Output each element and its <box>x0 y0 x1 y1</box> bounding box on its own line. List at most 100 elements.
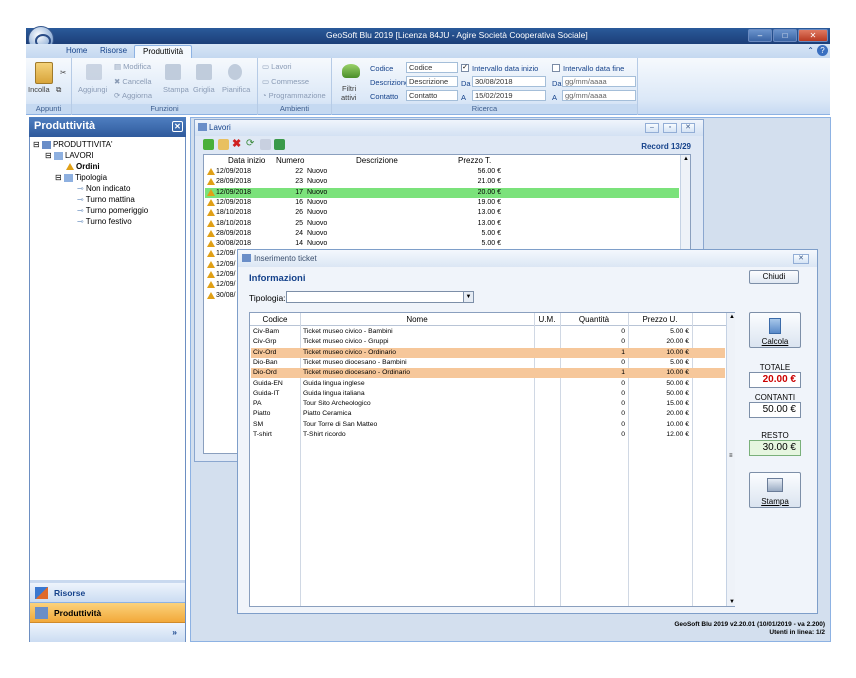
print-icon[interactable] <box>165 64 181 80</box>
intervallo-inizio-checkbox[interactable]: ✓ <box>461 64 469 72</box>
inizio-a-input[interactable]: 15/02/2019 <box>472 90 546 101</box>
calcola-button[interactable]: Calcola <box>749 312 801 348</box>
nav-risorse[interactable]: Risorse <box>30 583 185 603</box>
help-icon[interactable]: ? <box>817 45 828 56</box>
aggiorna-button[interactable]: ⟳ Aggiorna <box>114 91 152 100</box>
filter-icon[interactable] <box>342 64 360 78</box>
lavori-env-button[interactable]: ▭ Lavori <box>262 62 292 71</box>
cell-quantity[interactable]: 0 <box>563 358 625 368</box>
scroll-up-icon[interactable]: ▲ <box>683 156 689 162</box>
search-icon[interactable] <box>260 139 271 150</box>
collapse-ribbon-icon[interactable]: ⌃ <box>807 46 814 55</box>
table-row[interactable]: Guida-IT Guida lingua italiana 0 50.00 € <box>251 389 725 399</box>
table-row[interactable]: Dio-Ban Ticket museo diocesano - Bambini 0… <box>251 358 725 368</box>
commesse-button[interactable]: ▭ Commesse <box>262 77 309 86</box>
tree-item-produttivita[interactable]: ⊟ PRODUTTIVITA' <box>33 140 113 149</box>
cell-quantity[interactable]: 0 <box>563 389 625 399</box>
cell-quantity[interactable]: 0 <box>563 399 625 409</box>
col-prezzo-u[interactable]: Prezzo U. <box>628 315 692 324</box>
scroll-up-icon[interactable]: ▲ <box>729 314 735 320</box>
planner-icon[interactable] <box>228 64 242 80</box>
griglia-button[interactable]: Griglia <box>193 85 215 94</box>
table-row[interactable]: 18/10/2018 26 Nuovo 13.00 € <box>205 208 679 218</box>
table-row[interactable]: Civ-Bam Ticket museo civico - Bambini 0 5.0… <box>251 327 725 337</box>
col-prezzo[interactable]: Prezzo T. <box>458 156 491 165</box>
table-row[interactable]: 18/10/2018 25 Nuovo 13.00 € <box>205 219 679 229</box>
tree-item-tipologia[interactable]: ⊟ Tipologia <box>55 173 107 182</box>
scroll-grip-icon[interactable]: ≡ <box>729 453 733 459</box>
table-row[interactable]: Civ-Ord Ticket museo civico - Ordinario 1 1… <box>251 347 725 358</box>
cell-quantity[interactable]: 0 <box>563 409 625 419</box>
maximize-button[interactable]: □ <box>773 29 797 42</box>
close-button[interactable]: ✕ <box>798 29 828 42</box>
table-row[interactable]: 12/09/2018 17 Nuovo 20.00 € <box>205 187 679 198</box>
descrizione-input[interactable]: Descrizione <box>406 76 458 87</box>
cut-icon[interactable]: ✂ <box>60 68 66 77</box>
programmazione-button[interactable]: ◔ Programmazione <box>262 91 326 100</box>
tree-item-turno-pomeriggio[interactable]: ⊸ Turno pomeriggio <box>77 206 148 215</box>
grid-icon[interactable] <box>196 64 212 80</box>
edit-icon[interactable] <box>218 139 229 150</box>
ticket-scrollbar[interactable]: ▲ ≡ ▼ <box>726 313 735 606</box>
cancella-button[interactable]: ✖ Cancella <box>114 77 152 86</box>
chevron-down-icon[interactable]: ▼ <box>463 292 473 302</box>
table-row[interactable]: 30/08/2018 14 Nuovo 5.00 € <box>205 239 679 249</box>
table-row[interactable]: 28/09/2018 24 Nuovo 5.00 € <box>205 229 679 239</box>
contatto-input[interactable]: Contatto <box>406 90 458 101</box>
table-row[interactable]: Piatto Piatto Ceramica 0 20.00 € <box>251 409 725 419</box>
col-um[interactable]: U.M. <box>534 315 560 324</box>
add-icon[interactable] <box>86 64 102 80</box>
cell-quantity[interactable]: 0 <box>563 420 625 430</box>
tree-item-ordini[interactable]: Ordini <box>66 162 100 171</box>
contanti-input[interactable]: 50.00 € <box>749 402 801 418</box>
stampa-button[interactable]: Stampa <box>163 85 189 94</box>
table-row[interactable]: 28/09/2018 23 Nuovo 21.00 € <box>205 177 679 187</box>
table-row[interactable]: 12/09/2018 16 Nuovo 19.00 € <box>205 198 679 208</box>
cell-quantity[interactable]: 0 <box>563 379 625 389</box>
pianifica-button[interactable]: Pianifica <box>222 85 250 94</box>
col-nome[interactable]: Nome <box>300 315 534 324</box>
incolla-button[interactable]: Incolla <box>28 85 50 94</box>
filtri-button[interactable]: Filtri <box>342 84 356 93</box>
cell-quantity[interactable]: 0 <box>563 327 625 337</box>
lavori-close-button[interactable]: ✕ <box>681 123 695 133</box>
intervallo-fine-checkbox[interactable] <box>552 64 560 72</box>
table-row[interactable]: SM Tour Torre di San Matteo 0 10.00 € <box>251 420 725 430</box>
chiudi-button[interactable]: Chiudi <box>749 270 799 284</box>
table-row[interactable]: T-shirt T-Shirt ricordo 0 12.00 € <box>251 430 725 440</box>
table-row[interactable]: PA Tour Sito Archeologico 0 15.00 € <box>251 399 725 409</box>
table-row[interactable]: Guida-EN Guida lingua inglese 0 50.00 € <box>251 379 725 389</box>
col-data-inizio[interactable]: Data inizio <box>228 156 265 165</box>
aggiungi-button[interactable]: Aggiungi <box>78 85 107 94</box>
minimize-button[interactable]: – <box>748 29 772 42</box>
nav-produttivita[interactable]: Produttività <box>30 603 185 623</box>
fine-a-input[interactable]: gg/mm/aaaa <box>562 90 636 101</box>
tipologia-select[interactable]: ▼ <box>286 291 474 303</box>
table-row[interactable]: Dio-Ord Ticket museo diocesano - Ordinari… <box>251 368 725 379</box>
tree-item-non-indicato[interactable]: ⊸ Non indicato <box>77 184 130 193</box>
nav-configure-button[interactable]: » <box>30 623 185 642</box>
cell-quantity[interactable]: 1 <box>563 368 625 378</box>
tab-produttivita[interactable]: Produttività <box>134 45 193 58</box>
copy-icon[interactable]: ⧉ <box>56 85 61 95</box>
cell-quantity[interactable]: 0 <box>563 430 625 440</box>
col-quantita[interactable]: Quantità <box>560 315 628 324</box>
tree-item-turno-mattina[interactable]: ⊸ Turno mattina <box>77 195 135 204</box>
dialog-close-button[interactable]: ✕ <box>793 254 809 264</box>
lavori-restore-button[interactable]: ▫ <box>663 123 677 133</box>
fine-da-input[interactable]: gg/mm/aaaa <box>562 76 636 87</box>
cell-quantity[interactable]: 0 <box>563 337 625 347</box>
scroll-down-icon[interactable]: ▼ <box>729 599 735 605</box>
lavori-minimize-button[interactable]: – <box>645 123 659 133</box>
col-codice[interactable]: Codice <box>250 315 300 324</box>
modifica-button[interactable]: ▤ Modifica <box>114 62 151 71</box>
stampa-button[interactable]: Stampa <box>749 472 801 508</box>
inizio-da-input[interactable]: 30/08/2018 <box>472 76 546 87</box>
refresh-icon[interactable]: ⟳ <box>246 139 257 150</box>
tab-home[interactable]: Home <box>58 45 95 58</box>
tree-item-lavori[interactable]: ⊟ LAVORI <box>45 151 94 160</box>
tree-item-turno-festivo[interactable]: ⊸ Turno festivo <box>77 217 132 226</box>
add-icon[interactable] <box>203 139 214 150</box>
tab-risorse[interactable]: Risorse <box>92 45 135 58</box>
codice-input[interactable]: Codice <box>406 62 458 73</box>
